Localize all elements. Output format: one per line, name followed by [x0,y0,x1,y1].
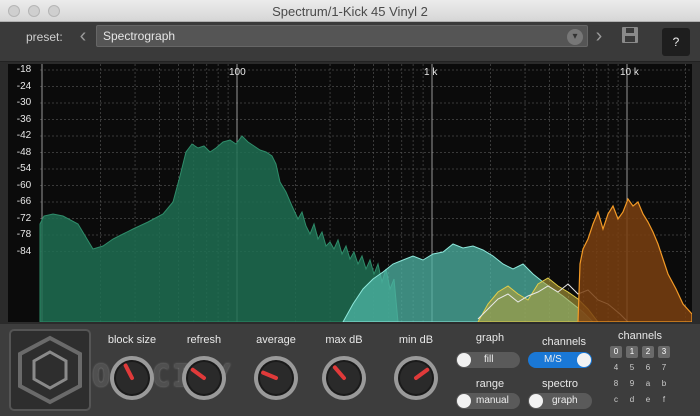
y-tick-label: -66 [16,196,32,207]
control-panel: OC CITY block size refresh average max dB mi… [0,324,700,416]
block-size-knob[interactable] [108,354,156,402]
y-tick-label: -60 [16,179,32,191]
chevron-left-icon[interactable]: ‹ [76,26,90,46]
save-icon[interactable] [620,25,640,45]
channel-cell-d[interactable]: d [626,394,638,406]
y-tick-label: -72 [16,212,32,224]
window-title: Spectrum/1-Kick 45 Vinyl 2 [272,4,428,19]
range-label: range [475,378,505,390]
channel-cell-1[interactable]: 1 [626,346,638,358]
channel-cell-7[interactable]: 7 [658,362,670,374]
y-tick-label: -84 [16,245,32,257]
channels-toggle-label: channels [541,336,587,348]
channel-cell-3[interactable]: 3 [658,346,670,358]
max-db-knob[interactable] [320,354,368,402]
orange-spectrum-fill [577,197,692,322]
y-tick-label: -78 [16,229,32,240]
channel-cell-9[interactable]: 9 [626,378,638,390]
green-spectrum-fill [39,135,399,322]
channels-toggle-value: M/S [544,354,562,365]
spectro-toggle[interactable]: graph [528,393,592,409]
channel-cell-6[interactable]: 6 [642,362,654,374]
help-button[interactable]: ? [662,28,690,56]
y-tick-label: -30 [16,97,32,108]
channel-cell-5[interactable]: 5 [626,362,638,374]
preset-select[interactable]: Spectrograph ▾ [96,25,588,47]
preset-label: preset: [26,30,63,44]
average-knob[interactable] [252,354,300,402]
min-db-knob[interactable] [392,354,440,402]
spectrum-graph [39,64,692,322]
refresh-knob[interactable] [180,354,228,402]
chevron-down-icon: ▾ [567,29,583,45]
y-tick-label: -48 [16,146,32,158]
preset-value: Spectrograph [103,29,176,43]
y-tick-label: -24 [16,80,32,92]
spectro-toggle-value: graph [552,395,578,406]
channel-cell-b[interactable]: b [658,378,670,390]
channel-cell-c[interactable]: c [610,394,622,406]
x-tick-label: 100 [229,67,246,78]
refresh-knob-label: refresh [186,334,222,346]
graph-label: graph [475,332,505,344]
preset-bar: preset: ‹ Spectrograph ▾ › ? [0,22,700,62]
channel-cell-f[interactable]: f [658,394,670,406]
channel-cell-0[interactable]: 0 [610,346,622,358]
spectrum-display[interactable]: -18 -24 -30 -36 -42 -48 -54 -60 -66 -72 -78 -84 100… [8,64,692,322]
block-size-knob-label: block size [107,334,157,346]
y-tick-label: -42 [16,130,32,141]
y-tick-label: -36 [16,113,32,125]
y-tick-label: -54 [16,163,32,174]
channels-toggle[interactable]: M/S [528,352,592,368]
max-db-knob-label: max dB [325,334,363,346]
min-db-knob-label: min dB [398,334,434,346]
channel-cell-e[interactable]: e [642,394,654,406]
chevron-right-icon[interactable]: › [592,26,606,46]
range-toggle-value: manual [476,395,509,406]
x-tick-label: 1 k [424,67,438,78]
channel-cell-a[interactable]: a [642,378,654,390]
brand-logo-icon [9,329,91,411]
channel-grid-label: channels [617,330,663,342]
title-bar: Spectrum/1-Kick 45 Vinyl 2 [0,0,700,22]
channel-cell-4[interactable]: 4 [610,362,622,374]
range-toggle[interactable]: manual [456,393,520,409]
graph-toggle[interactable]: fill [456,352,520,368]
spectro-label: spectro [541,378,579,390]
y-tick-label: -18 [16,64,32,75]
channel-cell-2[interactable]: 2 [642,346,654,358]
x-tick-label: 10 k [620,67,639,78]
graph-toggle-value: fill [484,354,494,365]
channel-cell-8[interactable]: 8 [610,378,622,390]
